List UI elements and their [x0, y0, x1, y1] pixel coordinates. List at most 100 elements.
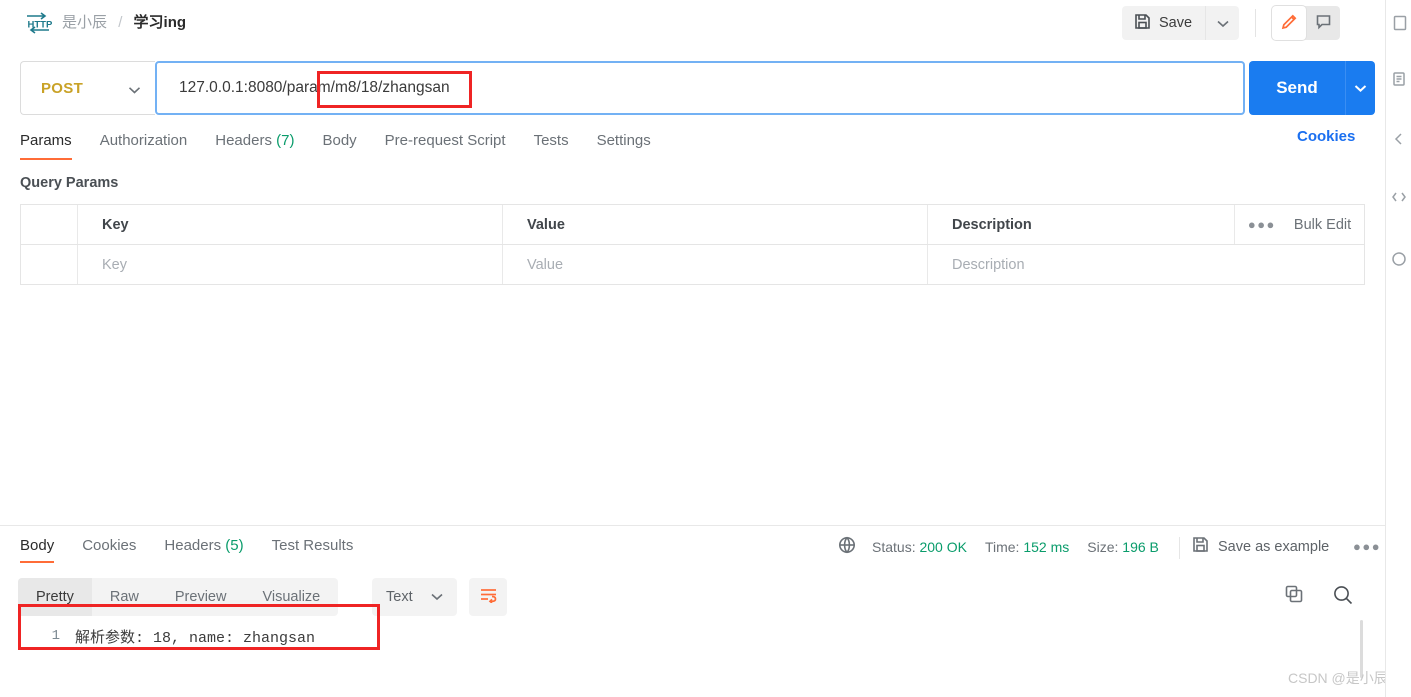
save-dropdown-button[interactable] [1205, 6, 1240, 40]
response-more-ellipsis-icon[interactable]: ●●● [1353, 539, 1381, 554]
response-tab-body[interactable]: Body [20, 533, 68, 563]
response-status-bar: Status: 200 OK Time: 152 ms Size: 196 B [838, 536, 1177, 557]
search-response-button[interactable] [1332, 584, 1354, 611]
status-code-item[interactable]: Status: 200 OK [872, 539, 967, 555]
tab-headers-count: (7) [276, 132, 295, 149]
time-value: 152 ms [1023, 538, 1070, 555]
tab-body[interactable]: Body [308, 126, 370, 160]
send-button[interactable]: Send [1249, 61, 1345, 115]
response-body-code-area[interactable]: 1 解析参数: 18, name: zhangsan [18, 616, 1358, 656]
row-value-input[interactable]: Value [527, 257, 563, 273]
query-params-title: Query Params [20, 175, 119, 191]
tab-tests[interactable]: Tests [520, 126, 583, 160]
watermark: CSDN @是小辰 [1288, 670, 1388, 686]
edit-request-button[interactable] [1272, 6, 1306, 40]
code-gutter: 1 [18, 616, 63, 656]
viewer-tab-preview[interactable]: Preview [157, 578, 245, 616]
response-size-item[interactable]: Size: 196 B [1087, 539, 1159, 555]
globe-icon [838, 536, 856, 557]
ellipsis-icon[interactable]: ●●● [1248, 217, 1276, 232]
svg-text:HTTP: HTTP [28, 20, 53, 31]
response-format-label: Text [386, 589, 413, 605]
size-label: Size: [1087, 538, 1119, 555]
column-header-key: Key [102, 216, 129, 233]
wrap-text-button[interactable] [469, 578, 507, 616]
tab-settings[interactable]: Settings [583, 126, 665, 160]
tab-params[interactable]: Params [20, 126, 86, 160]
code-line-content: 解析参数: 18, name: zhangsan [75, 629, 316, 647]
save-as-example-button[interactable]: Save as example [1192, 536, 1329, 557]
row-key-input[interactable]: Key [102, 257, 127, 273]
header-divider [1255, 9, 1256, 37]
size-value: 196 B [1122, 538, 1159, 555]
copy-response-button[interactable] [1284, 584, 1304, 609]
chevron-down-icon [128, 82, 141, 100]
viewer-tab-visualize[interactable]: Visualize [244, 578, 338, 616]
right-sidebar [1385, 0, 1411, 697]
response-tab-headers-count: (5) [225, 537, 244, 554]
response-tab-cookies[interactable]: Cookies [68, 533, 150, 563]
http-method-label: POST [41, 79, 84, 97]
response-tab-headers[interactable]: Headers (5) [150, 533, 257, 563]
chevron-down-icon [1354, 81, 1367, 96]
tab-pre-request-script[interactable]: Pre-request Script [371, 126, 520, 160]
response-tab-body-label: Body [20, 537, 55, 554]
response-format-selector[interactable]: Text [372, 578, 457, 616]
tab-settings-label: Settings [596, 132, 651, 149]
save-button-group: Save [1122, 6, 1240, 40]
viewer-tab-pretty[interactable]: Pretty [18, 578, 92, 616]
tab-authorization[interactable]: Authorization [86, 126, 202, 160]
copy-icon [1284, 585, 1304, 608]
request-tab-bar: Params Authorization Headers (7) Body Pr… [0, 126, 1385, 162]
response-time-item[interactable]: Time: 152 ms [985, 539, 1069, 555]
breadcrumb[interactable]: 是小辰 / 学习ing [62, 12, 186, 34]
request-tabs: Params Authorization Headers (7) Body Pr… [20, 126, 665, 160]
request-url-row: POST 127.0.0.1:8080/param/m8/18/zhangsan… [20, 61, 1375, 115]
status-value: 200 OK [919, 538, 967, 555]
http-method-selector[interactable]: POST [20, 61, 155, 115]
wrap-text-icon [479, 587, 498, 608]
send-dropdown-button[interactable] [1345, 61, 1375, 115]
code-line-number: 1 [51, 628, 60, 644]
row-description-input[interactable]: Description [952, 257, 1025, 273]
row-checkbox-cell[interactable] [21, 245, 78, 284]
save-button[interactable]: Save [1122, 6, 1206, 40]
tab-headers[interactable]: Headers (7) [201, 126, 308, 160]
response-tab-test-results[interactable]: Test Results [258, 533, 368, 563]
rail-code-snippet-button[interactable] [1386, 186, 1411, 212]
workspace-header: HTTP 是小辰 / 学习ing Save [0, 0, 1385, 46]
breadcrumb-separator: / [118, 14, 123, 31]
comment-button[interactable] [1306, 6, 1340, 40]
chevron-down-icon [431, 588, 443, 606]
status-label: Status: [872, 538, 916, 555]
rail-info-button[interactable] [1386, 248, 1411, 274]
response-tab-test-results-label: Test Results [271, 537, 354, 554]
cookies-link[interactable]: Cookies [1297, 128, 1355, 145]
breadcrumb-request-name[interactable]: 学习ing [134, 14, 187, 31]
response-section-divider [0, 525, 1385, 526]
table-header-row: Key Value Description ●●● Bulk Edit [21, 205, 1364, 245]
code-snippet-icon [1391, 189, 1407, 210]
tab-authorization-label: Authorization [99, 132, 188, 149]
status-bar-divider [1179, 537, 1180, 559]
table-header-checkbox-cell [21, 205, 78, 244]
breadcrumb-owner[interactable]: 是小辰 [62, 14, 107, 31]
rail-collapse-button[interactable] [1386, 128, 1411, 154]
rail-layout-panel-button[interactable] [1386, 12, 1411, 38]
column-header-description: Description [952, 216, 1032, 233]
rail-documentation-button[interactable] [1386, 68, 1411, 94]
viewer-tab-raw[interactable]: Raw [92, 578, 157, 616]
save-as-example-label: Save as example [1218, 538, 1330, 555]
layout-panel-icon [1391, 15, 1407, 36]
request-url-input[interactable]: 127.0.0.1:8080/param/m8/18/zhangsan [155, 61, 1245, 115]
bulk-edit-button[interactable]: Bulk Edit [1294, 217, 1351, 233]
save-button-label: Save [1159, 15, 1193, 31]
table-row[interactable]: Key Value Description [21, 245, 1364, 285]
documentation-icon [1391, 71, 1407, 92]
header-icon-group [1272, 6, 1340, 40]
floppy-disk-icon [1192, 536, 1209, 557]
query-params-table: Key Value Description ●●● Bulk Edit Key … [20, 204, 1365, 285]
comment-icon [1315, 13, 1332, 33]
response-viewer-tabs: Pretty Raw Preview Visualize [18, 578, 339, 616]
chevron-left-icon [1392, 132, 1406, 151]
